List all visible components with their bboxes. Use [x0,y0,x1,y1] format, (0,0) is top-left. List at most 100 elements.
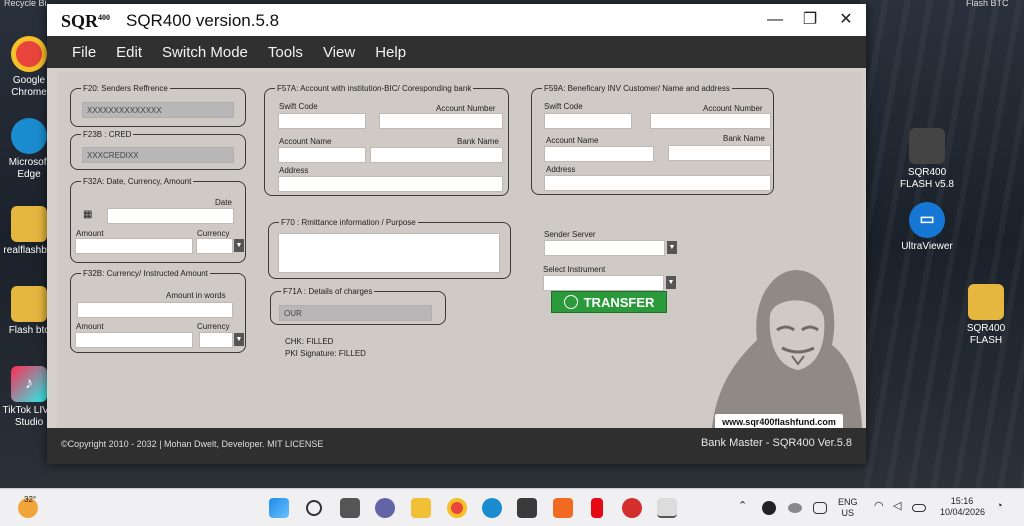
minimize-button[interactable]: — [760,9,790,31]
f57a-swift-input[interactable] [278,113,366,129]
address-label: Address [546,165,576,174]
restore-button[interactable]: ❐ [795,9,825,31]
clock[interactable]: 15:16 10/04/2026 [940,496,985,518]
folder-icon [11,206,47,242]
menu-help[interactable]: Help [375,44,406,61]
remittance-info-textarea[interactable] [278,233,500,273]
f57a-address-input[interactable] [278,176,503,192]
date-label: Date [215,198,232,207]
folder-icon [968,284,1004,320]
menu-edit[interactable]: Edit [116,44,142,61]
hooded-hacker-illustration [712,270,862,428]
account-name-label: Account Name [546,136,599,145]
chevron-down-icon[interactable]: ▼ [666,276,676,289]
f71a-charges-input[interactable]: OUR [279,305,432,321]
taskbar: 32° ⌃ ENG US ◠ ◁ 15:16 10/04/2026 ◔ [0,488,1024,526]
menu-file[interactable]: File [72,44,96,61]
chevron-down-icon[interactable]: ▼ [667,241,677,254]
chrome-icon [11,36,47,72]
swift-code-label: Swift Code [279,102,318,111]
menu-bar: File Edit Switch Mode Tools View Help [47,36,866,68]
menu-view[interactable]: View [323,44,355,61]
weather-temp: 32° [24,495,37,504]
chrome-icon[interactable] [447,498,467,518]
desktop-icon-ultraviewer[interactable]: ▭ UltraViewer [898,202,956,253]
f59a-address-input[interactable] [544,175,771,191]
version-text: Bank Master - SQR400 Ver.5.8 [700,437,852,449]
battery-icon[interactable] [912,504,926,512]
f32b-currency-select[interactable] [199,332,233,348]
desktop-icon-sqr400-flash[interactable]: SQR400 FLASH [957,284,1015,347]
transfer-button[interactable]: TRANSFER [551,291,667,313]
task-view-icon[interactable] [340,498,360,518]
f32a-amount-input[interactable] [75,238,193,254]
currency-label: Currency [197,322,230,331]
desktop-icon-label-flashbtc: Flash BTC [966,0,1009,8]
search-icon[interactable] [306,500,322,516]
sqr400-taskbar-icon[interactable] [657,498,677,518]
f32b-amount-input[interactable] [75,332,193,348]
notification-bell-icon[interactable]: ◔ [996,501,1003,512]
sender-server-select[interactable] [544,240,665,256]
f20-input[interactable]: XXXXXXXXXXXXXX [82,102,234,118]
app-logo: SQR400 [61,11,111,31]
netflix-icon[interactable] [591,498,603,518]
f23b-input[interactable]: XXXCREDIXX [82,147,234,163]
account-number-label: Account Number [436,104,496,113]
account-number-label: Account Number [703,104,763,113]
edge-icon[interactable] [482,498,502,518]
f57a-bank-name-input[interactable] [370,147,503,163]
store-icon[interactable] [517,498,537,518]
f59a-bank-name-input[interactable] [668,145,771,161]
cursor-app-icon[interactable] [553,498,573,518]
calendar-icon[interactable]: ▦ [83,209,92,220]
mcafee-icon[interactable] [622,498,642,518]
menu-tools[interactable]: Tools [268,44,303,61]
folder-icon [11,286,47,322]
f57a-account-name-input[interactable] [278,147,366,163]
close-button[interactable]: ✕ [831,9,861,31]
wifi-icon[interactable]: ◠ [874,501,884,512]
currency-label: Currency [197,229,230,238]
menu-switch-mode[interactable]: Switch Mode [162,44,248,61]
window-title: SQR400 version.5.8 [126,11,280,30]
desktop-icon-label-recycle: Recycle Bi [4,0,47,8]
status-bar: ©Copyright 2010 - 2032 | Mohan Dwelt, De… [47,428,866,464]
f32a-currency-select[interactable] [196,238,233,254]
chat-icon[interactable] [375,498,395,518]
pki-status: PKI Signature: FILLED [285,349,366,358]
select-instrument-label: Select Instrument [543,265,606,274]
hacker-mask-icon [909,128,945,164]
sender-server-label: Sender Server [544,230,596,239]
f59a-account-number-input[interactable] [650,113,771,129]
date-input[interactable] [107,208,234,224]
desktop-icon-sqr400-flash-v58[interactable]: SQR400 FLASH v5.8 [898,128,956,191]
app-tray-icon[interactable] [762,501,776,515]
chevron-down-icon[interactable]: ▼ [234,333,244,346]
form-panel: F20: Senders Reffrence XXXXXXXXXXXXXX F2… [57,72,863,430]
f59a-swift-input[interactable] [544,113,632,129]
language-indicator[interactable]: ENG US [838,497,858,519]
globe-icon [563,295,578,309]
select-instrument-select[interactable] [543,275,664,291]
chevron-up-icon[interactable]: ⌃ [738,501,747,512]
amount-in-words-label: Amount in words [166,291,226,300]
amount-label: Amount [76,229,104,238]
volume-icon[interactable]: ◁ [893,501,901,512]
amount-in-words-input[interactable] [77,302,233,318]
chk-status: CHK: FILLED [285,337,334,346]
tiktok-icon: ♪ [11,366,47,402]
file-explorer-icon[interactable] [411,498,431,518]
amount-label: Amount [76,322,104,331]
f59a-account-name-input[interactable] [544,146,654,162]
bank-name-label: Bank Name [457,137,499,146]
chevron-down-icon[interactable]: ▼ [234,239,244,252]
copyright-text: ©Copyright 2010 - 2032 | Mohan Dwelt, De… [61,439,324,449]
f57a-account-number-input[interactable] [379,113,503,129]
bank-name-label: Bank Name [723,134,765,143]
windows-start-icon[interactable] [269,498,289,518]
cloud-icon[interactable] [788,503,802,513]
display-icon[interactable] [813,502,827,514]
title-bar[interactable]: SQR400 SQR400 version.5.8 — ❐ ✕ [47,4,866,36]
edge-icon [11,118,47,154]
